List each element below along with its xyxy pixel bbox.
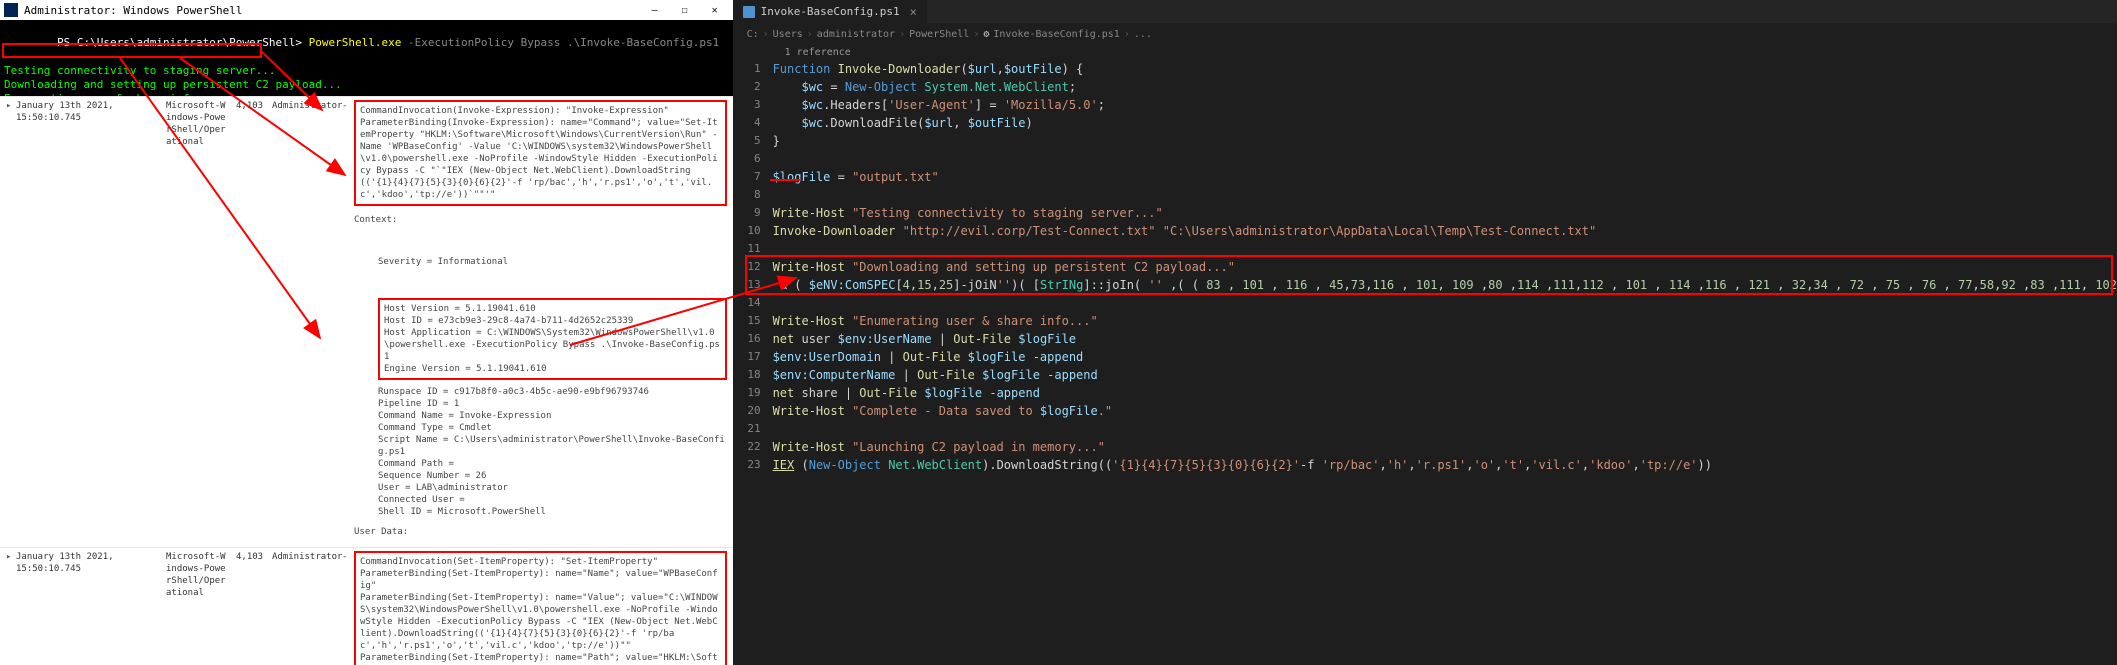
event-userdata-label: User Data: <box>354 526 727 538</box>
event-context-label: Context: <box>354 214 727 226</box>
ps-command: PowerShell.exe <box>309 36 402 49</box>
breadcrumb-item: C: <box>747 29 759 40</box>
event-log-panel: ▸ January 13th 2021, 15:50:10.745 Micros… <box>0 96 733 665</box>
event-timestamp: January 13th 2021, 15:50:10.745 <box>16 551 166 665</box>
breadcrumb-item: ... <box>1134 29 1152 40</box>
minimize-button[interactable]: — <box>641 1 669 19</box>
event-timestamp: January 13th 2021, 15:50:10.745 <box>16 100 166 544</box>
event-context-rest: Runspace ID = c917b8f0-a0c3-4b5c-ae90-e9… <box>354 386 727 518</box>
breadcrumb-item: PowerShell <box>909 29 969 40</box>
vscode-tab-label: Invoke-BaseConfig.ps1 <box>761 5 900 18</box>
vscode-tab[interactable]: Invoke-BaseConfig.ps1 × <box>733 0 927 24</box>
ps-output-line-hl: Downloading and setting up persistent C2… <box>4 78 342 91</box>
maximize-button[interactable]: ☐ <box>671 1 699 19</box>
event-id: 4,103 <box>236 551 272 665</box>
ps-output-line: Testing connectivity to staging server..… <box>4 64 729 78</box>
vscode-editor[interactable]: 1 reference 1Function Invoke-Downloader(… <box>733 44 2117 474</box>
powershell-titlebar[interactable]: Administrator: Windows PowerShell — ☐ ✕ <box>0 0 733 20</box>
event-host-info-box: Host Version = 5.1.19041.610 Host ID = e… <box>378 298 727 380</box>
event-dash: - <box>342 100 354 544</box>
breadcrumb-item: administrator <box>817 29 895 40</box>
event-source: Microsoft-W indows-Powe rShell/Oper atio… <box>166 100 236 544</box>
event-set-itemproperty-box: CommandInvocation(Set-ItemProperty): "Se… <box>354 551 727 665</box>
event-row[interactable]: ▸ January 13th 2021, 15:50:10.745 Micros… <box>0 96 733 547</box>
expand-arrow-icon[interactable]: ▸ <box>6 551 16 665</box>
codelens[interactable]: 1 reference <box>733 46 2117 60</box>
powershell-icon <box>4 3 18 17</box>
breadcrumb-item: Users <box>773 29 803 40</box>
ps-prompt: PS C:\Users\administrator\PowerShell> <box>57 36 302 49</box>
event-source: Microsoft-W indows-Powe rShell/Oper atio… <box>166 551 236 665</box>
left-panel: Administrator: Windows PowerShell — ☐ ✕ … <box>0 0 733 665</box>
event-severity: Severity = Informational <box>378 256 727 268</box>
event-user: Administrator <box>272 100 342 544</box>
event-command-invocation-box: CommandInvocation(Invoke-Expression): "I… <box>354 100 727 206</box>
vscode-tabbar: Invoke-BaseConfig.ps1 × <box>733 0 2117 24</box>
vscode-panel: Invoke-BaseConfig.ps1 × C:› Users› admin… <box>733 0 2117 665</box>
event-row[interactable]: ▸ January 13th 2021, 15:50:10.745 Micros… <box>0 547 733 665</box>
window-title: Administrator: Windows PowerShell <box>24 4 243 17</box>
vscode-breadcrumb[interactable]: C:› Users› administrator› PowerShell› ⚙ … <box>733 24 2117 44</box>
close-button[interactable]: ✕ <box>701 1 729 19</box>
powershell-file-icon <box>743 6 755 18</box>
close-icon[interactable]: × <box>910 5 917 19</box>
ps-args: -ExecutionPolicy Bypass .\Invoke-BaseCon… <box>408 36 719 49</box>
event-dash: - <box>342 551 354 665</box>
breadcrumb-item: Invoke-BaseConfig.ps1 <box>993 29 1119 40</box>
event-id: 4,103 <box>236 100 272 544</box>
event-user: Administrator <box>272 551 342 665</box>
expand-arrow-icon[interactable]: ▸ <box>6 100 16 544</box>
